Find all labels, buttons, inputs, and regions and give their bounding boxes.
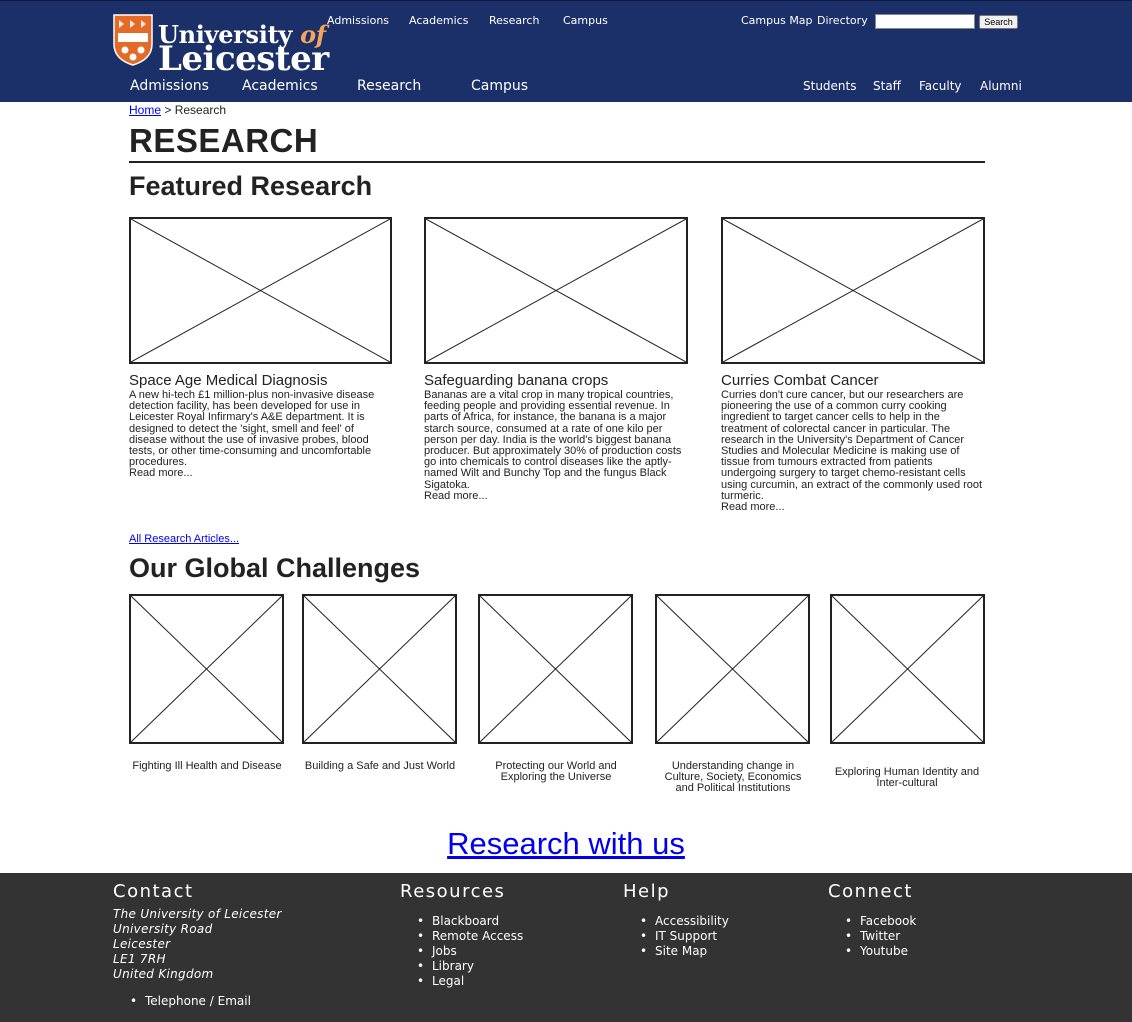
footer-link-facebook[interactable]: Facebook (842, 914, 916, 929)
article-body-1: A new hi-tech £1 million-plus non-invasi… (129, 389, 391, 480)
image-placeholder-icon (832, 596, 983, 742)
top-nav-academics[interactable]: Academics (409, 14, 468, 27)
address-line: LE1 7RH (113, 952, 166, 966)
footer-address: The University of Leicester University R… (113, 907, 282, 982)
read-more-link-2[interactable]: Read more... (424, 490, 686, 502)
top-nav-research[interactable]: Research (489, 14, 539, 27)
read-more-link-1[interactable]: Read more... (129, 468, 391, 479)
site-footer: Contact The University of Leicester Univ… (0, 873, 1132, 1022)
campus-map-link[interactable]: Campus Map (741, 14, 813, 27)
directory-link[interactable]: Directory (817, 14, 868, 27)
article-text: A new hi-tech £1 million-plus non-invasi… (129, 389, 375, 469)
footer-link-it-support[interactable]: IT Support (637, 929, 729, 944)
challenge-image-2[interactable] (302, 594, 457, 744)
address-line: United Kingdom (113, 967, 214, 981)
article-body-3: Curries don't cure cancer, but our resea… (721, 389, 987, 513)
title-divider (129, 161, 985, 163)
challenge-caption-5[interactable]: Exploring Human Identity and Inter-cultu… (832, 767, 982, 789)
university-shield-icon (113, 14, 153, 66)
footer-connect-links: Facebook Twitter Youtube (842, 914, 916, 959)
footer-connect-heading: Connect (828, 881, 913, 902)
breadcrumb: Home > Research (129, 103, 226, 117)
footer-link-youtube[interactable]: Youtube (842, 944, 916, 959)
page-title: RESEARCH (129, 122, 319, 159)
audience-nav-faculty[interactable]: Faculty (919, 79, 962, 93)
top-nav-campus[interactable]: Campus (563, 14, 608, 27)
image-placeholder-icon (131, 219, 390, 362)
main-nav-academics[interactable]: Academics (242, 78, 318, 94)
image-placeholder-icon (480, 596, 631, 742)
logo-text-leicester: Leicester (158, 39, 329, 79)
address-line: Leicester (113, 937, 171, 951)
image-placeholder-icon (304, 596, 455, 742)
footer-link-blackboard[interactable]: Blackboard (414, 914, 523, 929)
research-with-us-section: Research with us (0, 826, 1132, 862)
footer-link-library[interactable]: Library (414, 959, 523, 974)
footer-link-site-map[interactable]: Site Map (637, 944, 729, 959)
image-placeholder-icon (657, 596, 808, 742)
breadcrumb-current: Research (174, 103, 227, 117)
audience-nav-staff[interactable]: Staff (873, 79, 901, 93)
address-line: University Road (113, 922, 213, 936)
footer-resources-links: Blackboard Remote Access Jobs Library Le… (414, 914, 523, 989)
challenge-image-5[interactable] (830, 594, 985, 744)
address-line: The University of Leicester (113, 907, 282, 921)
footer-link-jobs[interactable]: Jobs (414, 944, 523, 959)
image-placeholder-icon (723, 219, 983, 362)
audience-nav-students[interactable]: Students (803, 79, 857, 93)
footer-link-telephone-email[interactable]: Telephone / Email (127, 994, 251, 1009)
footer-help-heading: Help (623, 881, 671, 902)
footer-contact-links: Telephone / Email (127, 994, 251, 1009)
main-nav-research[interactable]: Research (357, 78, 421, 94)
article-text: Curries don't cure cancer, but our resea… (721, 389, 983, 502)
global-challenges-heading: Our Global Challenges (129, 553, 421, 583)
footer-link-twitter[interactable]: Twitter (842, 929, 916, 944)
footer-link-remote-access[interactable]: Remote Access (414, 929, 523, 944)
featured-image-3[interactable] (721, 217, 985, 364)
audience-nav-alumni[interactable]: Alumni (980, 79, 1022, 93)
site-header: University of Leicester Admissions Acade… (0, 0, 1132, 102)
image-placeholder-icon (131, 596, 282, 742)
featured-research-heading: Featured Research (129, 171, 373, 201)
search-input[interactable] (875, 14, 975, 29)
breadcrumb-separator: > (164, 103, 172, 117)
challenge-caption-1[interactable]: Fighting Ill Health and Disease (127, 761, 287, 772)
all-research-articles-link[interactable]: All Research Articles... (129, 533, 239, 545)
article-title-3[interactable]: Curries Combat Cancer (721, 372, 879, 389)
featured-image-1[interactable] (129, 217, 392, 364)
image-placeholder-icon (426, 219, 686, 362)
article-title-2[interactable]: Safeguarding banana crops (424, 372, 608, 389)
read-more-link-3[interactable]: Read more... (721, 501, 987, 513)
breadcrumb-home-link[interactable]: Home (129, 103, 161, 117)
main-nav-admissions[interactable]: Admissions (130, 78, 209, 94)
footer-link-accessibility[interactable]: Accessibility (637, 914, 729, 929)
footer-contact-heading: Contact (113, 881, 194, 902)
main-nav-campus[interactable]: Campus (471, 78, 528, 94)
challenge-image-1[interactable] (129, 594, 284, 744)
university-logo[interactable]: University of Leicester (113, 12, 329, 79)
top-nav-admissions[interactable]: Admissions (327, 14, 389, 27)
article-title-1[interactable]: Space Age Medical Diagnosis (129, 372, 327, 389)
article-body-2: Bananas are a vital crop in many tropica… (424, 389, 686, 502)
search-button[interactable]: Search (979, 15, 1018, 29)
challenge-caption-4[interactable]: Understanding change in Culture, Society… (658, 761, 808, 794)
challenge-caption-2[interactable]: Building a Safe and Just World (300, 761, 460, 772)
challenge-caption-3[interactable]: Protecting our World and Exploring the U… (476, 761, 636, 783)
footer-resources-heading: Resources (400, 881, 506, 902)
footer-link-legal[interactable]: Legal (414, 974, 523, 989)
challenge-image-3[interactable] (478, 594, 633, 744)
footer-help-links: Accessibility IT Support Site Map (637, 914, 729, 959)
article-text: Bananas are a vital crop in many tropica… (424, 389, 682, 491)
research-with-us-link[interactable]: Research with us (447, 826, 685, 861)
challenge-image-4[interactable] (655, 594, 810, 744)
featured-image-2[interactable] (424, 217, 688, 364)
